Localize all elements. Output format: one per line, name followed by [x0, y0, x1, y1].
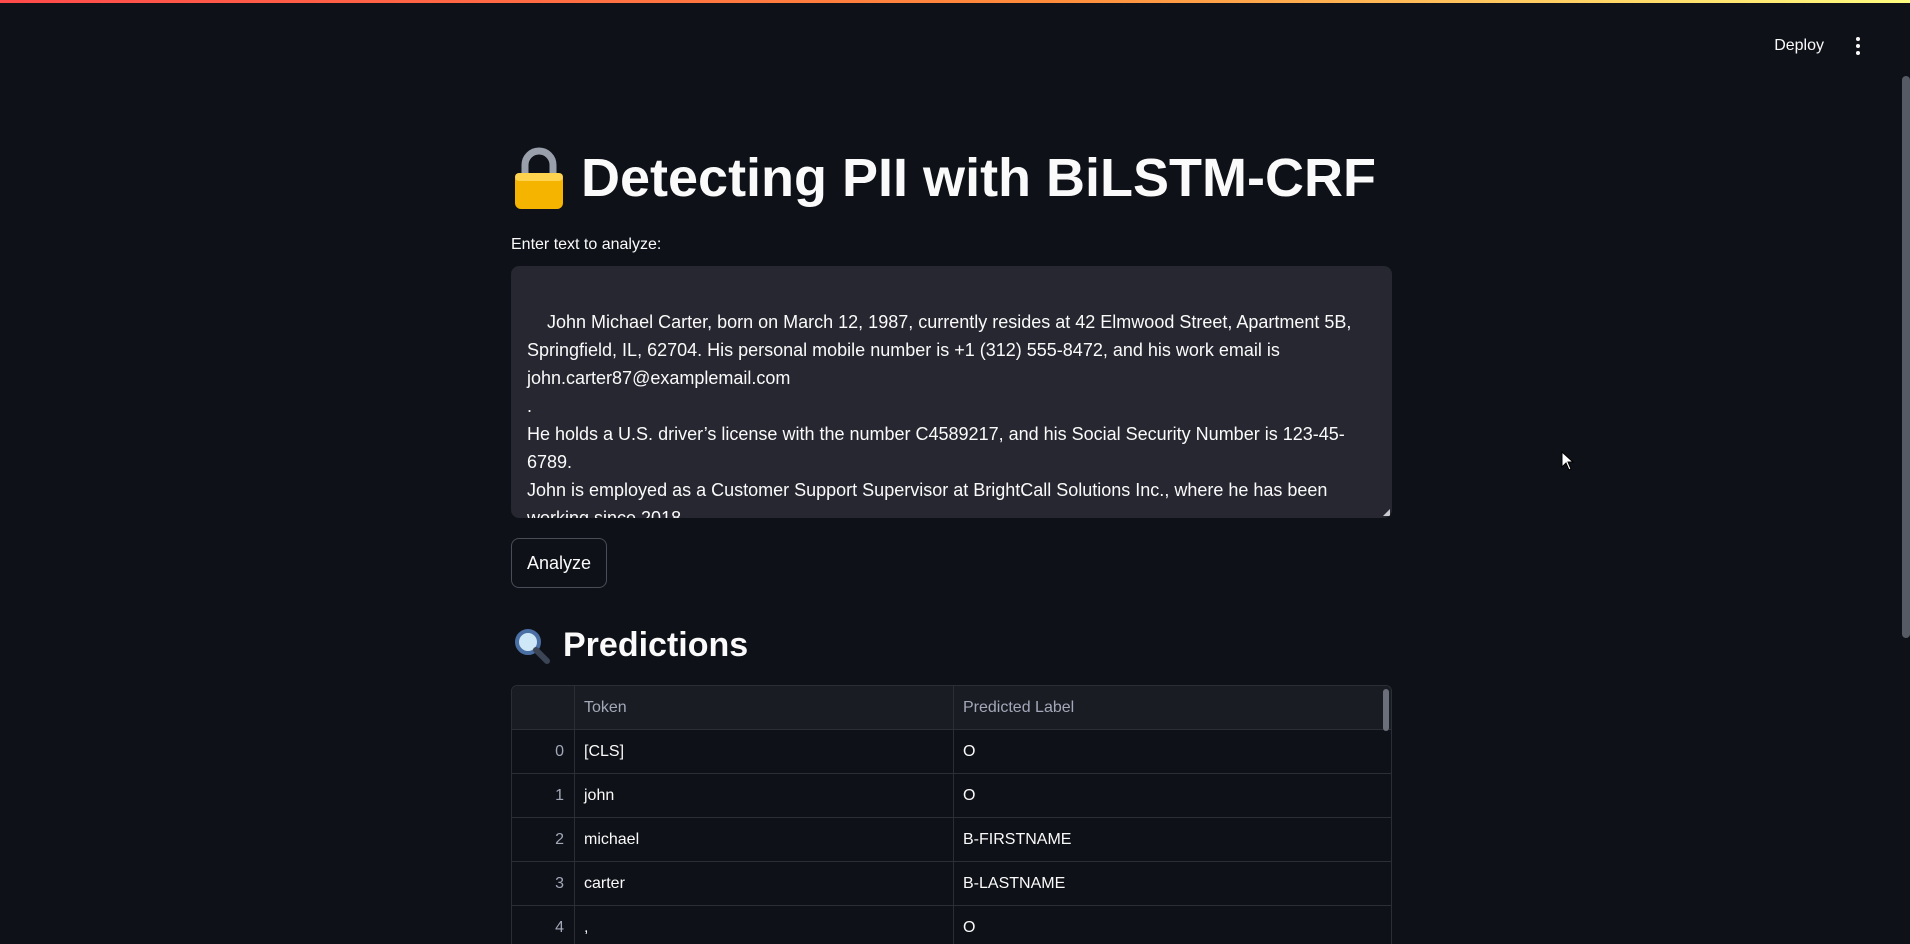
text-input-area[interactable]: John Michael Carter, born on March 12, 1… — [511, 266, 1392, 518]
table-row[interactable]: 1 john O — [512, 774, 1391, 818]
row-index: 2 — [512, 818, 575, 861]
token-cell[interactable]: , — [575, 906, 954, 944]
mouse-cursor-icon — [1561, 451, 1575, 471]
text-input-value: John Michael Carter, born on March 12, 1… — [527, 312, 1352, 518]
app-header: Deploy — [0, 3, 1910, 83]
table-row[interactable]: 0 [CLS] O — [512, 730, 1391, 774]
label-cell[interactable]: B-LASTNAME — [954, 862, 1391, 905]
column-header-label[interactable]: Predicted Label — [954, 686, 1391, 729]
predictions-table[interactable]: Token Predicted Label 0 [CLS] O 1 john O… — [511, 685, 1392, 944]
token-cell[interactable]: michael — [575, 818, 954, 861]
lock-icon — [511, 145, 567, 211]
page-scrollbar[interactable] — [1902, 76, 1910, 638]
table-row[interactable]: 4 , O — [512, 906, 1391, 944]
row-index: 3 — [512, 862, 575, 905]
column-header-token[interactable]: Token — [575, 686, 954, 729]
deploy-button[interactable]: Deploy — [1766, 33, 1832, 59]
predictions-heading: Predictions — [511, 620, 748, 670]
table-row[interactable]: 3 carter B-LASTNAME — [512, 862, 1391, 906]
resize-handle-icon[interactable] — [1383, 509, 1390, 516]
token-cell[interactable]: [CLS] — [575, 730, 954, 773]
label-cell[interactable]: B-FIRSTNAME — [954, 818, 1391, 861]
row-index: 1 — [512, 774, 575, 817]
table-row[interactable]: 2 michael B-FIRSTNAME — [512, 818, 1391, 862]
predictions-heading-text: Predictions — [563, 625, 749, 664]
label-cell[interactable]: O — [954, 774, 1391, 817]
token-cell[interactable]: john — [575, 774, 954, 817]
label-cell[interactable]: O — [954, 730, 1391, 773]
kebab-menu-icon[interactable] — [1846, 33, 1870, 59]
table-header-row: Token Predicted Label — [512, 686, 1391, 730]
magnifier-icon — [511, 625, 551, 665]
page-title-text: Detecting PII with BiLSTM-CRF — [581, 148, 1376, 208]
row-index: 0 — [512, 730, 575, 773]
row-index: 4 — [512, 906, 575, 944]
label-cell[interactable]: O — [954, 906, 1391, 944]
table-scrollbar[interactable] — [1383, 689, 1389, 731]
analyze-button[interactable]: Analyze — [511, 538, 607, 588]
column-header-index — [512, 686, 575, 729]
input-label: Enter text to analyze: — [511, 236, 662, 253]
page-title: Detecting PII with BiLSTM-CRF — [511, 138, 1376, 218]
token-cell[interactable]: carter — [575, 862, 954, 905]
